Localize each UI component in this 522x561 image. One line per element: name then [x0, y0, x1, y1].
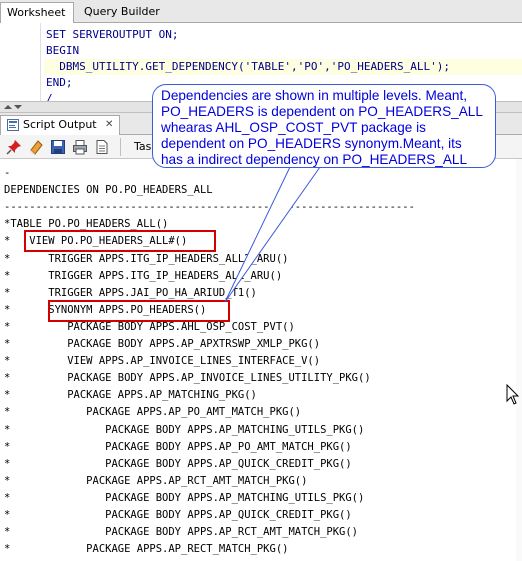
annotation-callout: Dependencies are shown in multiple level…	[152, 84, 496, 168]
callout-text: Dependencies are shown in multiple level…	[161, 88, 483, 167]
mouse-cursor-icon	[506, 384, 520, 405]
